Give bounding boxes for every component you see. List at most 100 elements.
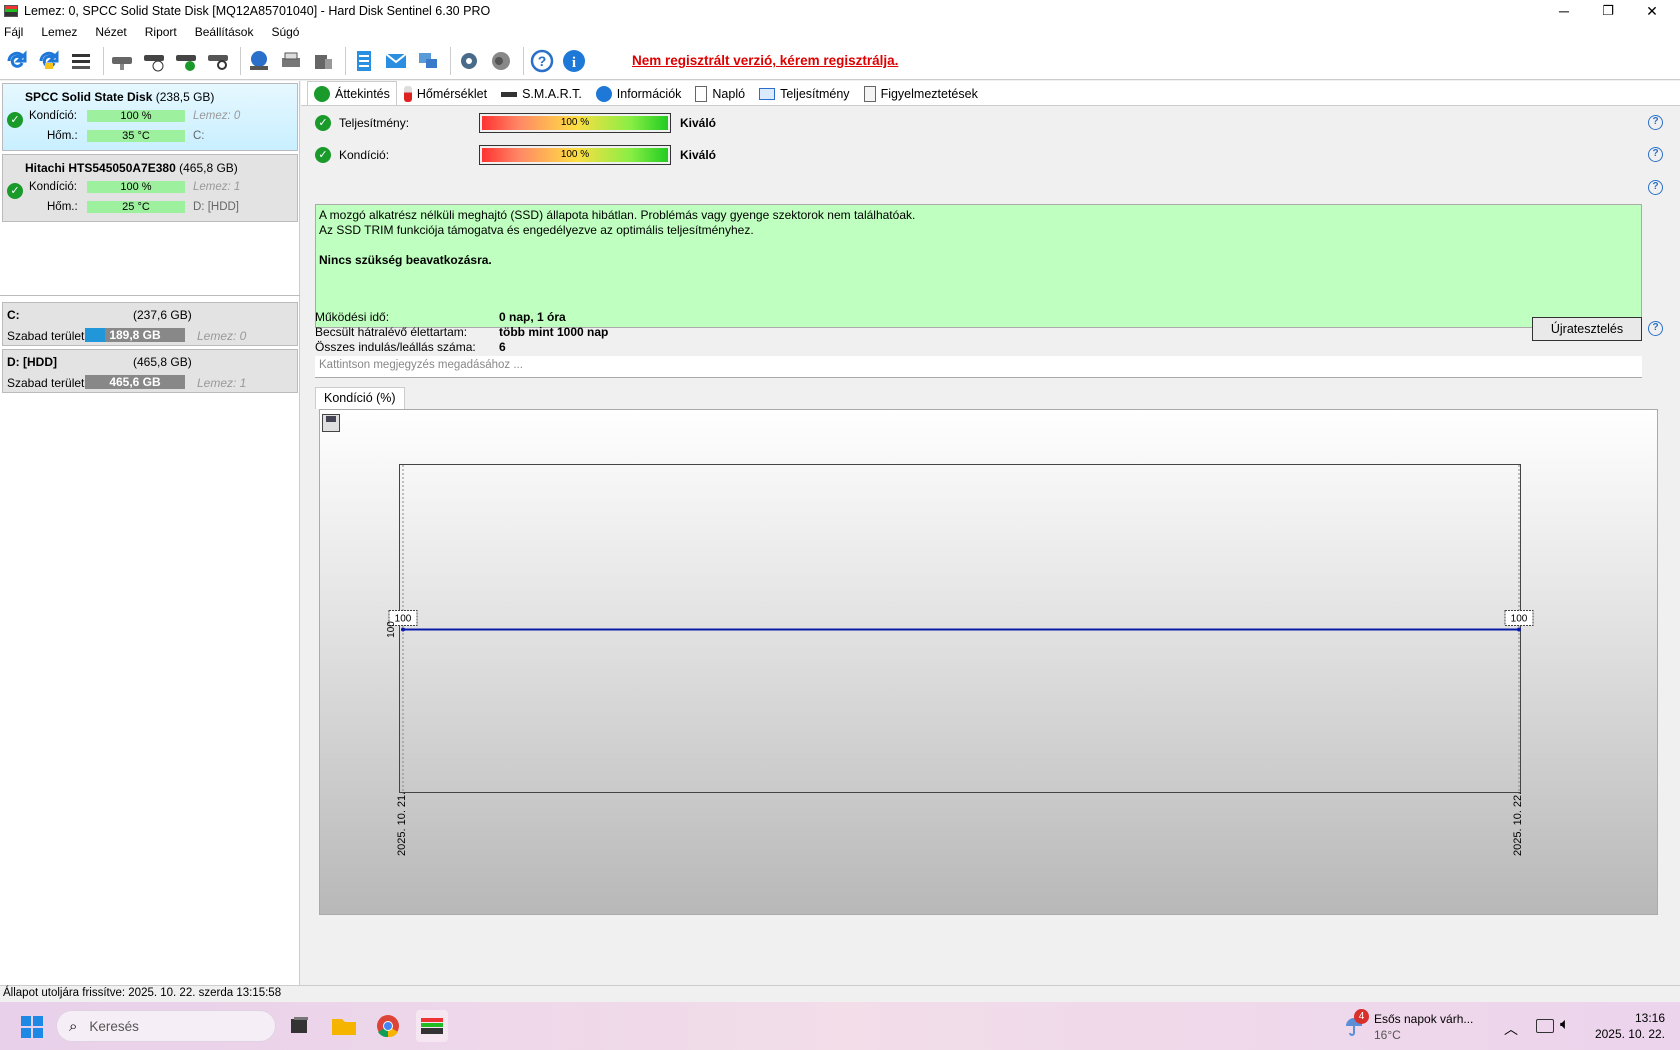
chevron-up-icon[interactable]: ︿ xyxy=(1504,1019,1518,1039)
info-icon[interactable]: i xyxy=(560,47,588,75)
chart-panel: 100 100 100 2025. 10. 21. 2025. 10. 22. xyxy=(319,409,1658,915)
disk-icon[interactable] xyxy=(108,47,136,75)
tab-temperature[interactable]: Hőmérséklet xyxy=(397,83,494,105)
menu-bar: Fájl Lemez Nézet Riport Beállítások Súgó xyxy=(0,22,1680,42)
disk-temp-row: Hőm.: 25 °C D: [HDD] xyxy=(3,201,299,215)
clock-date: 2025. 10. 22. xyxy=(1594,1027,1665,1041)
toolbar: ? i Nem regisztrált verzió, kérem regisz… xyxy=(0,42,1680,80)
uptime-row: Működési idő: 0 nap, 1 óra xyxy=(315,310,566,324)
thermometer-icon xyxy=(403,86,412,102)
hardware-icon[interactable] xyxy=(309,47,337,75)
close-button[interactable]: ✕ xyxy=(1630,0,1674,22)
volume-name: D: [HDD] xyxy=(7,355,57,369)
menu-help[interactable]: Súgó xyxy=(271,25,299,39)
menu-settings[interactable]: Beállítások xyxy=(195,25,254,39)
lifetime-row: Becsült hátralévő élettartam: több mint 1… xyxy=(315,325,609,339)
volume-item-d[interactable]: D: [HDD] (465,8 GB) Szabad terület 465,6… xyxy=(2,349,298,393)
used-space-fill xyxy=(85,328,105,342)
message-line: A mozgó alkatrész nélküli meghajtó (SSD)… xyxy=(319,208,916,222)
drive-letter: C: xyxy=(193,130,205,142)
message-recommendation: Nincs szükség beavatkozásra. xyxy=(319,253,492,267)
health-label: Kondíció: xyxy=(29,181,77,193)
clock[interactable]: 13:16 2025. 10. 22. xyxy=(1585,1010,1665,1042)
performance-bar: 100 % xyxy=(479,113,671,133)
file-explorer-icon[interactable] xyxy=(328,1010,360,1042)
volume-item-c[interactable]: C: (237,6 GB) Szabad terület 189,8 GB Le… xyxy=(2,302,298,346)
disk-clock-icon[interactable] xyxy=(140,47,168,75)
taskbar-search[interactable]: ⌕ Keresés xyxy=(56,1010,276,1042)
toolbar-separator xyxy=(103,46,104,75)
data-label: 100 xyxy=(395,614,412,625)
help-icon[interactable]: ? xyxy=(528,47,556,75)
menu-view[interactable]: Nézet xyxy=(95,25,126,39)
tab-information[interactable]: Információk xyxy=(589,83,689,105)
disk-check-icon[interactable] xyxy=(172,47,200,75)
title-bar: Lemez: 0, SPCC Solid State Disk [MQ12A85… xyxy=(0,0,1680,22)
volume-icon[interactable]: 🔈︎ xyxy=(1560,1016,1570,1034)
network-icon[interactable] xyxy=(1536,1019,1554,1033)
y-tick-label: 100 xyxy=(386,621,397,638)
disk-item-ssd[interactable]: SPCC Solid State Disk (238,5 GB) ✓ Kondí… xyxy=(2,83,298,151)
register-link[interactable]: Nem regisztrált verzió, kérem regisztrál… xyxy=(632,53,898,68)
temp-label: Hőm.: xyxy=(47,130,78,142)
globe-icon[interactable] xyxy=(245,47,273,75)
disk-list-icon[interactable] xyxy=(67,47,95,75)
document-icon xyxy=(695,86,708,102)
save-icon[interactable] xyxy=(322,414,340,432)
menu-disk[interactable]: Lemez xyxy=(41,25,77,39)
disk-search-icon[interactable] xyxy=(204,47,232,75)
refresh-icon[interactable] xyxy=(3,47,31,75)
disk-ref: Lemez: 1 xyxy=(193,181,241,193)
tab-performance[interactable]: Teljesítmény xyxy=(752,83,856,105)
hard-disk-sentinel-taskbar-icon[interactable] xyxy=(416,1010,448,1042)
gear-icon[interactable] xyxy=(455,47,483,75)
health-label: Kondíció: xyxy=(29,110,77,122)
chart-icon xyxy=(759,88,776,100)
network-icon[interactable] xyxy=(414,47,442,75)
data-point xyxy=(1517,627,1521,632)
tab-overview[interactable]: Áttekintés xyxy=(307,81,397,105)
tab-log[interactable]: Napló xyxy=(688,83,752,105)
sound-icon[interactable] xyxy=(487,47,515,75)
tab-smart[interactable]: S.M.A.R.T. xyxy=(494,83,589,105)
health-row: ✓ Kondíció: 100 % Kiváló xyxy=(315,145,716,165)
health-bar: 100 % xyxy=(479,145,671,165)
report-icon[interactable] xyxy=(350,47,378,75)
windows-start-icon[interactable] xyxy=(20,1015,44,1039)
help-icon[interactable]: ? xyxy=(1648,321,1663,336)
menu-report[interactable]: Riport xyxy=(145,25,177,39)
ok-check-icon: ✓ xyxy=(315,147,331,163)
toolbar-separator xyxy=(240,46,241,75)
help-icon[interactable]: ? xyxy=(1648,115,1663,130)
email-icon[interactable] xyxy=(382,47,410,75)
ok-check-icon: ✓ xyxy=(315,115,331,131)
maximize-button[interactable]: ❐ xyxy=(1586,0,1630,22)
disk-health-row: Kondíció: 100 % Lemez: 1 xyxy=(3,181,299,195)
menu-file[interactable]: Fájl xyxy=(4,25,23,39)
volume-name: C: xyxy=(7,308,20,322)
tab-bar: Áttekintés Hőmérséklet S.M.A.R.T. Inform… xyxy=(307,81,985,105)
health-bar: 100 % xyxy=(87,110,185,122)
app-icon xyxy=(4,5,18,17)
disk-name: Hitachi HTS545050A7E380 (465,8 GB) xyxy=(25,161,238,175)
alerts-icon xyxy=(863,86,876,102)
plot-area: 100 100 100 xyxy=(386,464,1534,794)
refresh-all-icon[interactable] xyxy=(35,47,63,75)
retest-button[interactable]: Újratesztelés xyxy=(1532,317,1642,341)
chrome-icon[interactable] xyxy=(372,1010,404,1042)
help-icon[interactable]: ? xyxy=(1648,147,1663,162)
task-view-icon[interactable] xyxy=(283,1010,315,1042)
disk-item-hdd[interactable]: Hitachi HTS545050A7E380 (465,8 GB) ✓ Kon… xyxy=(2,154,298,222)
minimize-button[interactable]: ─ xyxy=(1542,0,1586,22)
temp-bar: 35 °C xyxy=(87,130,185,142)
printer-icon[interactable] xyxy=(277,47,305,75)
help-icon[interactable]: ? xyxy=(1648,180,1663,195)
disk-icon xyxy=(501,91,518,97)
note-input[interactable]: Kattintson megjegyzés megadásához ... xyxy=(315,356,1642,378)
chart-tab[interactable]: Kondíció (%) xyxy=(315,387,405,409)
tab-alerts[interactable]: Figyelmeztetések xyxy=(857,83,985,105)
message-line: Az SSD TRIM funkciója támogatva és enged… xyxy=(319,223,754,237)
disk-list-panel: SPCC Solid State Disk (238,5 GB) ✓ Kondí… xyxy=(0,81,300,985)
data-label: 100 xyxy=(1511,614,1528,625)
health-label: Kondíció: xyxy=(339,148,390,162)
